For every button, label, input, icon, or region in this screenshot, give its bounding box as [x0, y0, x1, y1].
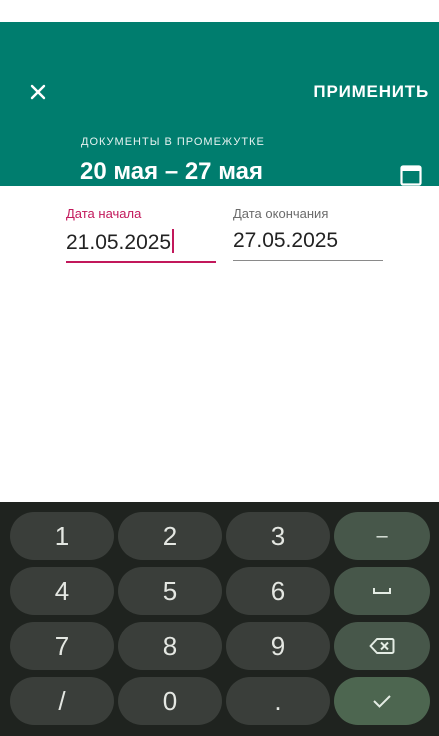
range-value: 20 мая – 27 мая: [80, 158, 263, 185]
key-4[interactable]: 4: [10, 567, 114, 615]
key-minus[interactable]: –: [334, 512, 430, 560]
key-slash[interactable]: /: [10, 677, 114, 725]
key-backspace[interactable]: [334, 622, 430, 670]
numeric-keyboard: 1 2 3 – 4 5 6 7 8 9 / 0 .: [0, 502, 439, 736]
key-space[interactable]: [334, 567, 430, 615]
start-date-field[interactable]: Дата начала 21.05.2025: [66, 206, 216, 263]
apply-button[interactable]: ПРИМЕНИТЬ: [313, 82, 429, 102]
start-date-value: 21.05.2025: [66, 231, 172, 254]
key-5[interactable]: 5: [118, 567, 222, 615]
key-9[interactable]: 9: [226, 622, 330, 670]
calendar-button[interactable]: [397, 161, 425, 189]
start-date-input[interactable]: 21.05.2025: [66, 229, 216, 263]
close-icon: [30, 84, 46, 100]
key-7[interactable]: 7: [10, 622, 114, 670]
end-date-label: Дата окончания: [233, 206, 329, 221]
space-icon: [373, 588, 391, 594]
end-date-field[interactable]: Дата окончания 27.05.2025: [233, 206, 383, 261]
calendar-icon: [400, 165, 422, 186]
key-dot[interactable]: .: [226, 677, 330, 725]
end-date-input[interactable]: 27.05.2025: [233, 229, 383, 261]
key-1[interactable]: 1: [10, 512, 114, 560]
key-2[interactable]: 2: [118, 512, 222, 560]
close-button[interactable]: [26, 80, 50, 104]
key-6[interactable]: 6: [226, 567, 330, 615]
backspace-icon: [369, 638, 395, 654]
key-3[interactable]: 3: [226, 512, 330, 560]
key-8[interactable]: 8: [118, 622, 222, 670]
checkmark-icon: [373, 695, 391, 708]
status-bar-area: [0, 0, 439, 22]
key-done[interactable]: [334, 677, 430, 725]
start-date-label: Дата начала: [66, 206, 142, 221]
key-0[interactable]: 0: [118, 677, 222, 725]
date-range-header: ПРИМЕНИТЬ ДОКУМЕНТЫ В ПРОМЕЖУТКЕ 20 мая …: [0, 22, 439, 186]
text-cursor: [172, 229, 175, 253]
range-caption: ДОКУМЕНТЫ В ПРОМЕЖУТКЕ: [81, 136, 265, 148]
